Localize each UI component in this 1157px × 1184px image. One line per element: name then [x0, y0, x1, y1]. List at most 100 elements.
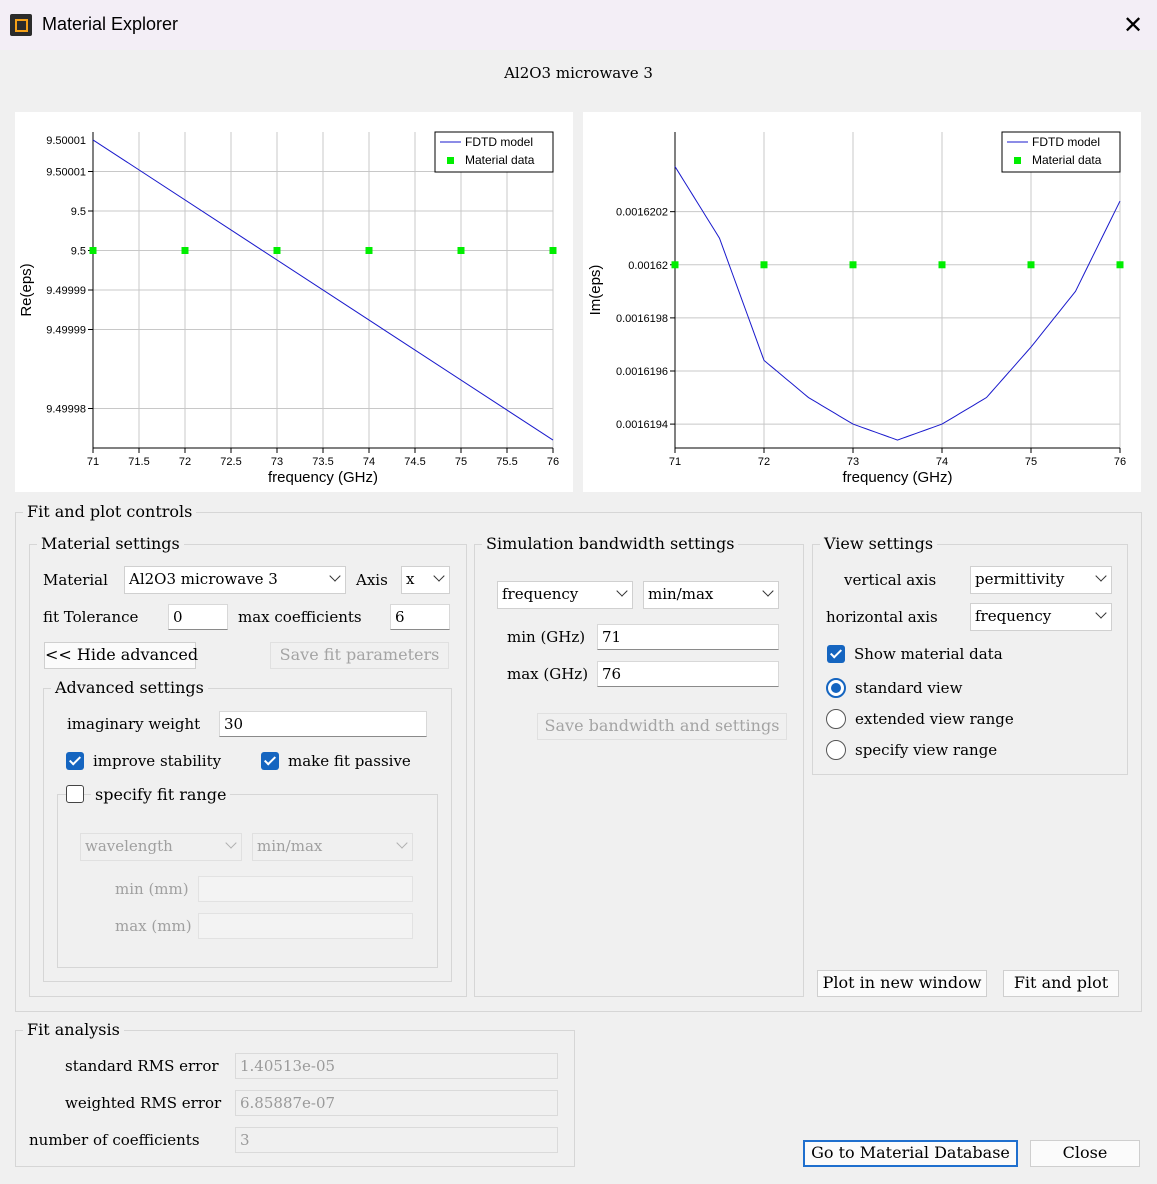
num-coefficients-value: 3	[235, 1127, 558, 1153]
show-material-data-label: Show material data	[854, 645, 1003, 663]
standard-view-radio[interactable]	[826, 678, 846, 698]
fit-range-type-select[interactable]: wavelength	[80, 833, 242, 861]
close-button[interactable]: Close	[1030, 1140, 1140, 1167]
y-tick-label: 0.0016202	[616, 207, 668, 219]
x-tick-label: 75.5	[496, 456, 517, 468]
material-select-value: Al2O3 microwave 3	[129, 570, 278, 588]
horizontal-axis-value: frequency	[975, 607, 1052, 625]
material-data-point	[1027, 261, 1035, 269]
legend-label: Material data	[465, 153, 535, 167]
fit-tolerance-label: fit Tolerance	[43, 608, 139, 626]
chevron-down-icon	[329, 570, 341, 582]
weighted-rms-label: weighted RMS error	[65, 1094, 222, 1112]
fit-range-mode-select[interactable]: min/max	[252, 833, 413, 861]
fit-analysis-title: Fit analysis	[23, 1020, 124, 1039]
legend-marker-swatch	[447, 157, 454, 164]
vertical-axis-select[interactable]: permittivity	[970, 566, 1112, 594]
y-tick-label: 9.49999	[46, 285, 86, 297]
x-tick-label: 72	[179, 456, 191, 468]
legend-label: FDTD model	[1032, 135, 1100, 149]
std-rms-label: standard RMS error	[65, 1057, 219, 1075]
bandwidth-max-input[interactable]: 76	[597, 661, 779, 687]
fit-min-label: min (mm)	[115, 880, 189, 898]
plot-title: Al2O3 microwave 3	[504, 64, 653, 82]
horizontal-axis-select[interactable]: frequency	[970, 603, 1112, 631]
chevron-down-icon	[762, 585, 774, 597]
material-data-point	[181, 247, 189, 254]
x-tick-label: 72	[758, 456, 770, 468]
max-coefficients-input[interactable]: 6	[390, 604, 450, 630]
chevron-down-icon	[1095, 570, 1107, 582]
material-data-point	[1116, 261, 1124, 269]
advanced-settings-title: Advanced settings	[51, 678, 208, 697]
y-axis-label: Re(eps)	[18, 263, 35, 316]
material-data-point	[671, 261, 679, 269]
x-tick-label: 74	[936, 456, 948, 468]
vertical-axis-label: vertical axis	[844, 571, 937, 589]
imaginary-weight-input[interactable]: 30	[219, 711, 427, 737]
x-axis-label: frequency (GHz)	[842, 469, 952, 486]
hide-advanced-button[interactable]: << Hide advanced	[44, 642, 198, 669]
im-eps-plot-panel: 71 72 73 74 75 76 0.0016194 0.0016196 0.0016198 0…	[583, 112, 1141, 492]
specify-view-label: specify view range	[855, 741, 998, 759]
bandwidth-min-input[interactable]: 71	[597, 624, 779, 650]
bandwidth-mode-select[interactable]: min/max	[643, 581, 779, 609]
x-tick-label: 76	[1114, 456, 1126, 468]
plot-new-window-button[interactable]: Plot in new window	[817, 970, 987, 997]
bandwidth-type-value: frequency	[502, 585, 579, 603]
re-eps-plot-panel: 71 71.5 72 72.5 73 73.5 74 74.5 75 75.5 76 9.49998 9…	[15, 112, 573, 492]
std-rms-value: 1.40513e-05	[235, 1053, 558, 1079]
extended-view-radio[interactable]	[826, 709, 846, 729]
x-axis-label: frequency (GHz)	[268, 469, 378, 486]
x-tick-label: 75	[455, 456, 467, 468]
material-data-point	[365, 247, 373, 254]
chevron-down-icon	[396, 837, 408, 849]
axis-select-value: x	[406, 570, 415, 588]
standard-view-label: standard view	[855, 679, 963, 697]
specify-fit-range-label: specify fit range	[91, 785, 231, 804]
fit-and-plot-button[interactable]: Fit and plot	[1003, 970, 1119, 997]
make-fit-passive-checkbox[interactable]	[261, 752, 279, 770]
show-material-data-checkbox[interactable]	[827, 645, 845, 663]
im-eps-chart: 71 72 73 74 75 76 0.0016194 0.0016196 0.0016198 0…	[587, 131, 1126, 486]
chevron-down-icon	[616, 585, 628, 597]
material-data-point	[89, 247, 97, 254]
bandwidth-type-select[interactable]: frequency	[497, 581, 633, 609]
bandwidth-settings-group	[474, 544, 804, 997]
bandwidth-settings-title: Simulation bandwidth settings	[482, 534, 739, 553]
material-data-point	[760, 261, 768, 269]
window-close-icon[interactable]: ✕	[1118, 10, 1148, 40]
specify-fit-range-checkbox[interactable]	[66, 785, 84, 803]
x-tick-label: 76	[547, 456, 559, 468]
improve-stability-checkbox[interactable]	[66, 752, 84, 770]
weighted-rms-value: 6.85887e-07	[235, 1090, 558, 1116]
axis-select[interactable]: x	[401, 566, 450, 594]
y-tick-label: 9.49999	[46, 325, 86, 337]
fit-min-input[interactable]	[198, 876, 413, 902]
y-tick-label: 9.49998	[46, 404, 86, 416]
horizontal-axis-label: horizontal axis	[826, 608, 938, 626]
material-data-point	[273, 247, 281, 254]
material-data-point	[849, 261, 857, 269]
fit-tolerance-input[interactable]: 0	[168, 604, 228, 630]
y-tick-label: 0.0016194	[616, 419, 668, 431]
y-tick-label: 0.0016196	[616, 366, 668, 378]
y-axis-label: Im(eps)	[587, 265, 604, 316]
y-tick-label: 9.50001	[46, 135, 86, 147]
x-tick-label: 75	[1025, 456, 1037, 468]
save-bandwidth-button[interactable]: Save bandwidth and settings	[537, 713, 787, 740]
app-icon	[10, 14, 32, 36]
fit-max-input[interactable]	[198, 913, 413, 939]
imaginary-weight-label: imaginary weight	[67, 715, 201, 733]
save-fit-parameters-button[interactable]: Save fit parameters	[270, 642, 449, 669]
y-tick-label: 9.5	[71, 246, 86, 258]
goto-material-database-button[interactable]: Go to Material Database	[803, 1140, 1018, 1167]
material-data-point	[938, 261, 946, 269]
bandwidth-max-label: max (GHz)	[507, 665, 589, 683]
specify-view-radio[interactable]	[826, 740, 846, 760]
x-tick-label: 74	[363, 456, 375, 468]
material-select[interactable]: Al2O3 microwave 3	[124, 566, 346, 594]
x-tick-label: 74.5	[404, 456, 425, 468]
max-coefficients-label: max coefficients	[238, 608, 362, 626]
x-tick-label: 73	[271, 456, 283, 468]
